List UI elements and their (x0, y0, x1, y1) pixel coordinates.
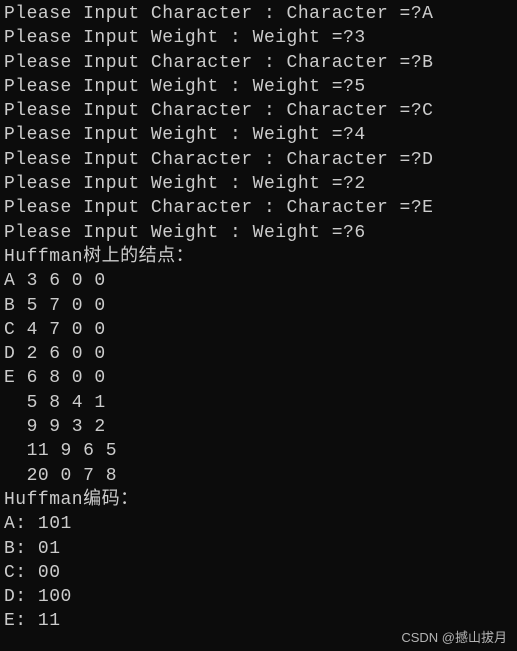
code-line: D: 100 (4, 585, 513, 609)
code-line: A: 101 (4, 512, 513, 536)
user-input: 2 (354, 174, 365, 194)
prompt-line: Please Input Character : Character =?D (4, 148, 513, 172)
prompt-text: Please Input Character : Character =? (4, 53, 422, 73)
prompt-line: Please Input Character : Character =?C (4, 99, 513, 123)
prompt-text: Please Input Weight : Weight =? (4, 28, 354, 48)
tree-header: Huffman树上的结点： (4, 245, 513, 269)
user-input: C (422, 101, 433, 121)
tree-node: C 4 7 0 0 (4, 318, 513, 342)
user-input: A (422, 4, 433, 24)
prompt-text: Please Input Weight : Weight =? (4, 174, 354, 194)
user-input: 5 (354, 77, 365, 97)
code-line: B: 01 (4, 537, 513, 561)
prompt-text: Please Input Weight : Weight =? (4, 223, 354, 243)
terminal-output: Please Input Character : Character =?A P… (4, 2, 513, 634)
prompt-line: Please Input Weight : Weight =?3 (4, 26, 513, 50)
user-input: E (422, 198, 433, 218)
prompt-text: Please Input Weight : Weight =? (4, 77, 354, 97)
code-line: C: 00 (4, 561, 513, 585)
tree-node: D 2 6 0 0 (4, 342, 513, 366)
code-header: Huffman编码： (4, 488, 513, 512)
prompt-line: Please Input Character : Character =?B (4, 51, 513, 75)
prompt-text: Please Input Character : Character =? (4, 101, 422, 121)
prompt-text: Please Input Character : Character =? (4, 4, 422, 24)
tree-node: B 5 7 0 0 (4, 294, 513, 318)
tree-node: 5 8 4 1 (4, 391, 513, 415)
user-input: 4 (354, 125, 365, 145)
tree-node: A 3 6 0 0 (4, 269, 513, 293)
tree-node: 20 0 7 8 (4, 464, 513, 488)
tree-node: 9 9 3 2 (4, 415, 513, 439)
prompt-line: Please Input Weight : Weight =?6 (4, 221, 513, 245)
tree-node: 11 9 6 5 (4, 439, 513, 463)
prompt-line: Please Input Weight : Weight =?2 (4, 172, 513, 196)
watermark: CSDN @撼山拔月 (401, 629, 507, 647)
user-input: 6 (354, 223, 365, 243)
prompt-line: Please Input Weight : Weight =?5 (4, 75, 513, 99)
user-input: 3 (354, 28, 365, 48)
prompt-text: Please Input Character : Character =? (4, 198, 422, 218)
prompt-line: Please Input Character : Character =?E (4, 196, 513, 220)
prompt-text: Please Input Character : Character =? (4, 150, 422, 170)
user-input: B (422, 53, 433, 73)
prompt-line: Please Input Character : Character =?A (4, 2, 513, 26)
prompt-text: Please Input Weight : Weight =? (4, 125, 354, 145)
user-input: D (422, 150, 433, 170)
prompt-line: Please Input Weight : Weight =?4 (4, 123, 513, 147)
tree-node: E 6 8 0 0 (4, 366, 513, 390)
